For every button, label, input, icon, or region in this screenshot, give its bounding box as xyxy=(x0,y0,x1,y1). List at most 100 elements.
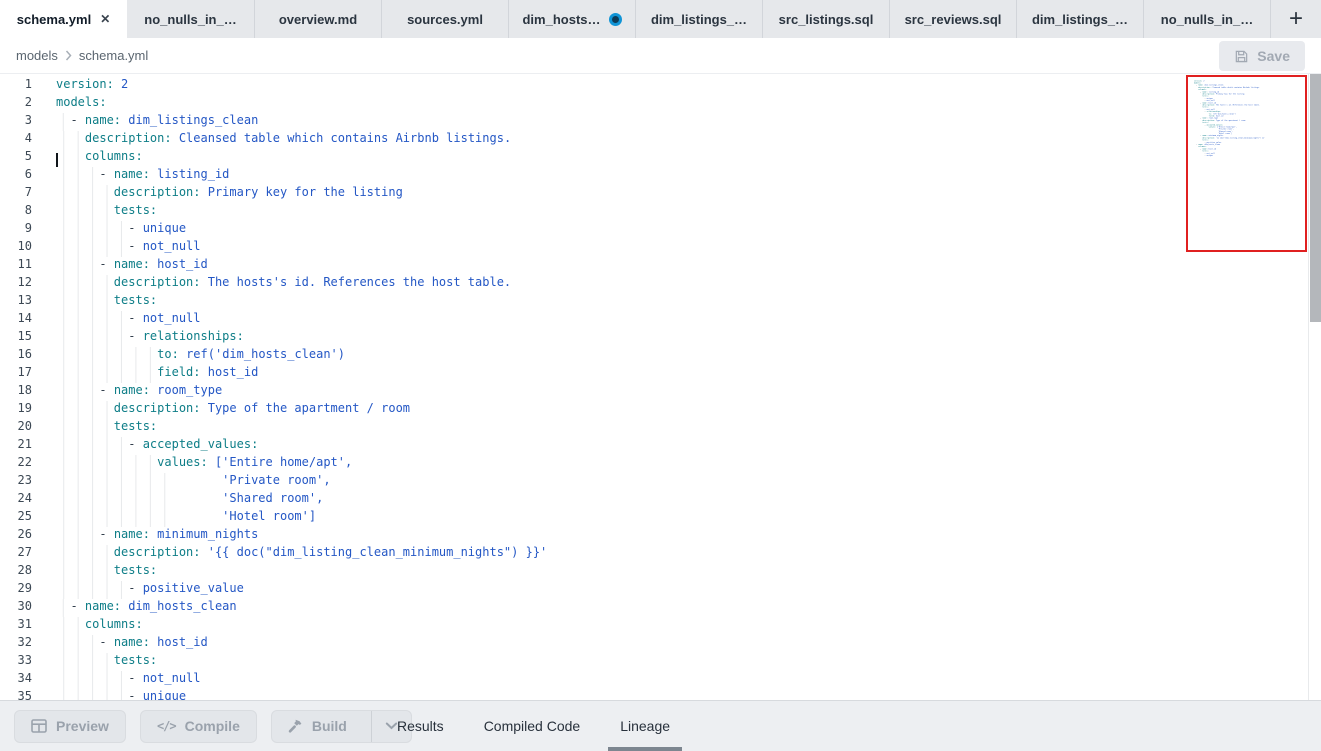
code-line[interactable]: 27 description: '{{ doc("dim_listing_cle… xyxy=(0,545,1321,563)
save-label: Save xyxy=(1257,48,1290,64)
code-line[interactable]: 34 - not_null xyxy=(0,671,1321,689)
panel-tab-lineage[interactable]: Lineage xyxy=(608,701,682,751)
line-number: 32 xyxy=(0,635,32,649)
save-button[interactable]: Save xyxy=(1219,41,1305,71)
close-icon[interactable]: ✕ xyxy=(100,13,110,25)
tab-bar: schema.yml✕ no_nulls_in_… overview.md sourc… xyxy=(0,0,1321,38)
line-number: 11 xyxy=(0,257,32,271)
line-number: 6 xyxy=(0,167,32,181)
tab-label: overview.md xyxy=(279,12,357,27)
panel-tab-results[interactable]: Results xyxy=(385,701,456,751)
line-number: 12 xyxy=(0,275,32,289)
line-number: 31 xyxy=(0,617,32,631)
new-tab-button[interactable]: + xyxy=(1270,0,1321,38)
line-number: 23 xyxy=(0,473,32,487)
minimap-highlighted[interactable]: version: 2models: - name: dim_listings_c… xyxy=(1186,75,1307,252)
code-line[interactable]: 8 tests: xyxy=(0,203,1321,221)
code-line[interactable]: 30 - name: dim_hosts_clean xyxy=(0,599,1321,617)
tab-label: dim_listings_… xyxy=(1032,12,1128,27)
code-line[interactable]: 31 columns: xyxy=(0,617,1321,635)
compile-button[interactable]: </> Compile xyxy=(140,710,257,743)
line-number: 28 xyxy=(0,563,32,577)
line-number: 8 xyxy=(0,203,32,217)
editor-scrollbar[interactable] xyxy=(1308,74,1321,700)
line-number: 25 xyxy=(0,509,32,523)
code-line[interactable]: 26 - name: minimum_nights xyxy=(0,527,1321,545)
line-number: 16 xyxy=(0,347,32,361)
line-number: 20 xyxy=(0,419,32,433)
editor-tab-no-nulls-in[interactable]: no_nulls_in_… xyxy=(127,0,254,38)
code-line[interactable]: 19 description: Type of the apartment / … xyxy=(0,401,1321,419)
code-line[interactable]: 24 'Shared room', xyxy=(0,491,1321,509)
code-line[interactable]: 23 'Private room', xyxy=(0,473,1321,491)
code-line[interactable]: 28 tests: xyxy=(0,563,1321,581)
line-number: 14 xyxy=(0,311,32,325)
line-number: 21 xyxy=(0,437,32,451)
editor-tab-dim-listings[interactable]: dim_listings_… xyxy=(635,0,762,38)
line-number: 13 xyxy=(0,293,32,307)
code-line[interactable]: 32 - name: host_id xyxy=(0,635,1321,653)
scrollbar-thumb[interactable] xyxy=(1310,74,1321,322)
code-line[interactable]: 15 - relationships: xyxy=(0,329,1321,347)
code-line[interactable]: 35 - unique xyxy=(0,689,1321,700)
line-number: 27 xyxy=(0,545,32,559)
code-line[interactable]: 10 - not_null xyxy=(0,239,1321,257)
line-number: 34 xyxy=(0,671,32,685)
editor-tab-dim-hosts[interactable]: dim_hosts… xyxy=(508,0,635,38)
code-line[interactable]: 6 - name: listing_id xyxy=(0,167,1321,185)
text-cursor xyxy=(56,153,58,167)
build-button[interactable]: Build xyxy=(272,711,362,742)
code-line[interactable]: 22 values: ['Entire home/apt', xyxy=(0,455,1321,473)
line-number: 7 xyxy=(0,185,32,199)
build-label: Build xyxy=(312,718,347,734)
preview-button[interactable]: Preview xyxy=(14,710,126,743)
code-line[interactable]: 12 description: The hosts's id. Referenc… xyxy=(0,275,1321,293)
compile-label: Compile xyxy=(185,718,240,734)
line-number: 3 xyxy=(0,113,32,127)
editor-tab-src-listings-sql[interactable]: src_listings.sql xyxy=(762,0,889,38)
editor-tab-sources-yml[interactable]: sources.yml xyxy=(381,0,508,38)
breadcrumb: models schema.yml xyxy=(16,48,148,63)
tab-label: no_nulls_in_… xyxy=(144,12,236,27)
editor-tab-dim-listings[interactable]: dim_listings_… xyxy=(1016,0,1143,38)
line-number: 19 xyxy=(0,401,32,415)
code-line[interactable]: 4 description: Cleansed table which cont… xyxy=(0,131,1321,149)
code-lines: 1version: 22models:3 - name: dim_listing… xyxy=(0,74,1321,700)
code-line[interactable]: 9 - unique xyxy=(0,221,1321,239)
tab-label: sources.yml xyxy=(407,12,483,27)
code-line[interactable]: 25 'Hotel room'] xyxy=(0,509,1321,527)
code-line[interactable]: 17 field: host_id xyxy=(0,365,1321,383)
panel-tab-compiled-code[interactable]: Compiled Code xyxy=(472,701,593,751)
code-line[interactable]: 14 - not_null xyxy=(0,311,1321,329)
editor-tab-src-reviews-sql[interactable]: src_reviews.sql xyxy=(889,0,1016,38)
code-line[interactable]: 7 description: Primary key for the listi… xyxy=(0,185,1321,203)
tab-label: no_nulls_in_… xyxy=(1161,12,1253,27)
hammer-icon xyxy=(287,718,303,734)
code-line[interactable]: 18 - name: room_type xyxy=(0,383,1321,401)
line-number: 30 xyxy=(0,599,32,613)
line-number: 17 xyxy=(0,365,32,379)
breadcrumb-segment[interactable]: models xyxy=(16,48,58,63)
editor-tab-schema-yml[interactable]: schema.yml✕ xyxy=(0,0,127,38)
code-line[interactable]: 21 - accepted_values: xyxy=(0,437,1321,455)
code-editor[interactable]: 1version: 22models:3 - name: dim_listing… xyxy=(0,74,1321,700)
code-line[interactable]: 33 tests: xyxy=(0,653,1321,671)
code-line[interactable]: 3 - name: dim_listings_clean xyxy=(0,113,1321,131)
tab-label: dim_listings_… xyxy=(651,12,747,27)
code-line[interactable]: 2models: xyxy=(0,95,1321,113)
breadcrumb-segment[interactable]: schema.yml xyxy=(79,48,148,63)
minimap-content: version: 2models: - name: dim_listings_c… xyxy=(1194,80,1210,157)
tab-label: src_listings.sql xyxy=(779,12,874,27)
code-line[interactable]: 13 tests: xyxy=(0,293,1321,311)
code-line[interactable]: 20 tests: xyxy=(0,419,1321,437)
code-line[interactable]: 11 - name: host_id xyxy=(0,257,1321,275)
tab-label: src_reviews.sql xyxy=(905,12,1002,27)
line-number: 29 xyxy=(0,581,32,595)
line-number: 18 xyxy=(0,383,32,397)
editor-tab-overview-md[interactable]: overview.md xyxy=(254,0,381,38)
code-line[interactable]: 29 - positive_value xyxy=(0,581,1321,599)
code-line[interactable]: 1version: 2 xyxy=(0,77,1321,95)
code-line[interactable]: 5 columns: xyxy=(0,149,1321,167)
editor-tab-no-nulls-in[interactable]: no_nulls_in_… xyxy=(1143,0,1270,38)
code-line[interactable]: 16 to: ref('dim_hosts_clean') xyxy=(0,347,1321,365)
